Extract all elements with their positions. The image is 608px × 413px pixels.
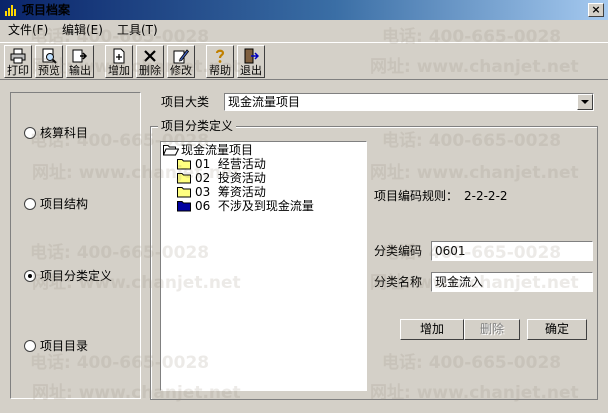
edit-toolbar-label: 修改 — [170, 64, 192, 77]
close-icon[interactable]: × — [588, 3, 604, 17]
category-code-input[interactable]: 0601 — [431, 241, 593, 261]
add-toolbar-label: 增加 — [108, 64, 130, 77]
category-label: 项目大类 — [161, 95, 210, 109]
export-button[interactable]: 输出 — [66, 45, 94, 78]
printer-icon — [10, 48, 26, 64]
window-title: 项目档案 — [22, 3, 71, 17]
open-folder-icon — [163, 145, 179, 156]
delete-toolbar-label: 删除 — [139, 64, 161, 77]
preview-label: 预览 — [38, 64, 60, 77]
radio-project-structure-label[interactable]: 项目结构 — [40, 197, 88, 211]
menu-edit[interactable]: 编辑(E) — [62, 22, 103, 38]
tree-item-code: 03 — [195, 185, 211, 199]
print-button[interactable]: 打印 — [4, 45, 32, 78]
folder-icon — [177, 173, 191, 184]
delete-x-icon — [144, 50, 156, 62]
help-icon — [215, 49, 225, 63]
new-doc-icon — [113, 48, 125, 64]
folder-icon — [177, 159, 191, 170]
exit-door-icon — [244, 48, 259, 64]
category-tree[interactable]: 现金流量项目 01 经营活动 02 投资活动 03 筹资活动 06 不涉及到现金… — [160, 141, 367, 391]
radio-project-catalog[interactable] — [24, 340, 36, 352]
menu-tools[interactable]: 工具(T) — [117, 22, 158, 38]
preview-button[interactable]: 预览 — [35, 45, 63, 78]
edit-pencil-icon — [173, 49, 189, 64]
tree-item-name: 不涉及到现金流量 — [217, 199, 314, 213]
add-button[interactable]: 增加 — [400, 319, 464, 340]
radio-category-definition-label[interactable]: 项目分类定义 — [40, 269, 112, 283]
add-toolbar-button[interactable]: 增加 — [105, 45, 133, 78]
preview-icon — [42, 48, 57, 64]
radio-accounting-subject-label[interactable]: 核算科目 — [40, 126, 88, 140]
folder-blue-icon — [177, 201, 191, 212]
menu-file[interactable]: 文件(F) — [8, 22, 48, 38]
app-icon — [5, 5, 16, 16]
exit-button[interactable]: 退出 — [237, 45, 265, 78]
radio-category-definition[interactable] — [24, 270, 36, 282]
help-button[interactable]: 帮助 — [206, 45, 234, 78]
category-code-label: 分类编码 — [374, 244, 423, 258]
tree-item-code: 01 — [195, 157, 211, 171]
delete-toolbar-button[interactable]: 删除 — [136, 45, 164, 78]
radio-accounting-subject[interactable] — [24, 127, 36, 139]
code-rule-value: 2-2-2-2 — [464, 189, 508, 203]
category-name-label: 分类名称 — [374, 275, 423, 289]
group-title: 项目分类定义 — [158, 119, 237, 133]
category-select[interactable]: 现金流量项目 — [224, 93, 594, 111]
category-value: 现金流量项目 — [228, 95, 301, 109]
folder-icon — [177, 187, 191, 198]
delete-button[interactable]: 删除 — [464, 319, 520, 340]
tree-root-label: 现金流量项目 — [181, 143, 254, 157]
export-icon — [72, 49, 88, 63]
confirm-button[interactable]: 确定 — [527, 319, 587, 340]
tree-item-name: 投资活动 — [217, 171, 266, 185]
tree-item-code: 02 — [195, 171, 211, 185]
category-name-input[interactable]: 现金流入 — [431, 272, 593, 292]
print-label: 打印 — [7, 64, 29, 77]
help-label: 帮助 — [209, 64, 231, 77]
radio-project-structure[interactable] — [24, 198, 36, 210]
tree-item-code: 06 — [195, 199, 211, 213]
edit-toolbar-button[interactable]: 修改 — [167, 45, 195, 78]
tree-item-name: 经营活动 — [217, 157, 266, 171]
exit-label: 退出 — [240, 64, 262, 77]
title-bar — [0, 0, 608, 20]
dropdown-arrow-button[interactable] — [577, 94, 593, 110]
category-name-value: 现金流入 — [435, 275, 484, 289]
chevron-down-icon — [581, 100, 589, 104]
tree-item-name: 筹资活动 — [217, 185, 266, 199]
category-code-value: 0601 — [435, 244, 466, 258]
export-label: 输出 — [69, 64, 91, 77]
radio-project-catalog-label[interactable]: 项目目录 — [40, 339, 88, 353]
code-rule-label: 项目编码规则： — [374, 189, 459, 203]
